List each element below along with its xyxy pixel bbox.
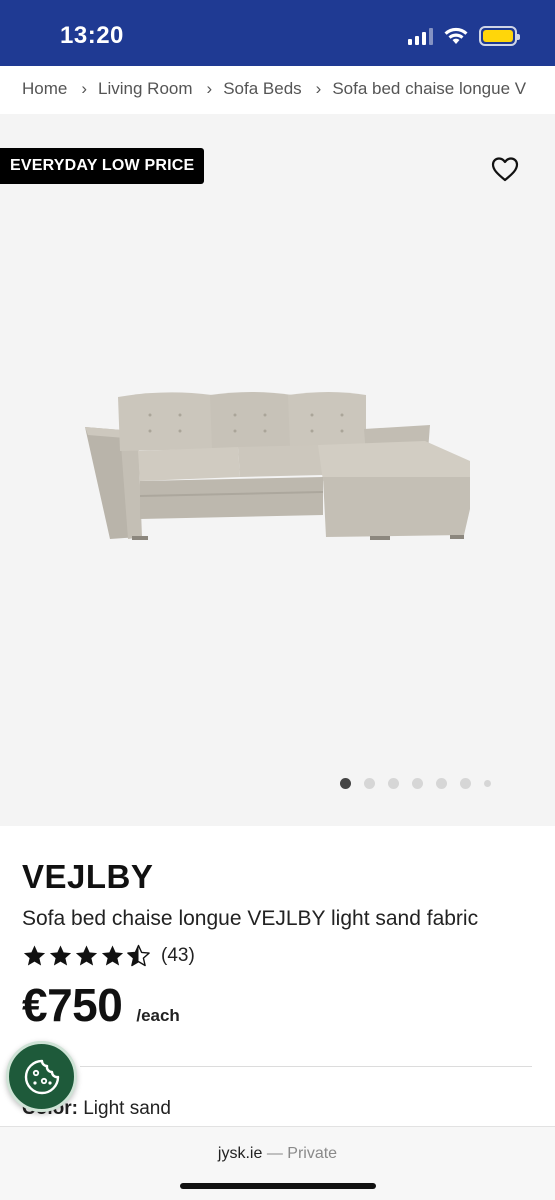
product-price: €750 (22, 979, 123, 1031)
battery-icon (479, 26, 520, 46)
product-name: VEJLBY (22, 858, 154, 895)
breadcrumb-separator: › (315, 79, 322, 98)
color-value: Light sand (83, 1098, 171, 1119)
carousel-dot[interactable] (412, 778, 423, 789)
wifi-icon (444, 27, 468, 44)
status-bar: 13:20 (0, 0, 555, 66)
url-domain: jysk.ie (217, 1145, 263, 1162)
star-full-icon (101, 945, 124, 966)
browser-address-bar[interactable]: jysk.ie — Private (0, 1126, 555, 1200)
carousel-dot[interactable] (340, 778, 351, 789)
product-rating[interactable]: (43) (22, 944, 195, 968)
breadcrumb-living-room[interactable]: Living Room (98, 79, 193, 99)
home-indicator[interactable] (180, 1183, 376, 1189)
breadcrumb-home[interactable]: Home (22, 79, 67, 99)
status-icons (408, 26, 520, 46)
breadcrumb-separator: › (81, 79, 88, 98)
carousel-dot[interactable] (388, 778, 399, 789)
sofa-image (85, 392, 470, 540)
private-label: — Private (266, 1145, 338, 1162)
carousel-dot[interactable] (460, 778, 471, 789)
breadcrumb-current: Sofa bed chaise longue V (332, 79, 527, 98)
price-unit: /each (136, 1006, 180, 1025)
review-count[interactable]: (43) (161, 945, 195, 967)
star-full-icon (49, 945, 72, 966)
signal-icon (408, 27, 433, 45)
rating-stars (22, 944, 151, 968)
breadcrumb: Home › Living Room › Sofa Beds › Sofa be… (0, 66, 555, 112)
breadcrumb-separator: › (206, 79, 213, 98)
carousel-dot[interactable] (436, 778, 447, 789)
star-half-icon (127, 944, 150, 967)
cookie-icon (24, 1059, 59, 1094)
carousel-dot[interactable] (484, 780, 491, 787)
divider (80, 1066, 532, 1067)
status-time: 13:20 (60, 22, 124, 49)
url-display[interactable]: jysk.ie — Private (0, 1145, 555, 1163)
price-badge: EVERYDAY LOW PRICE (0, 148, 205, 184)
product-gallery[interactable]: EVERYDAY LOW PRICE (0, 114, 555, 826)
carousel-dot[interactable] (364, 778, 375, 789)
star-full-icon (23, 945, 46, 966)
cookie-settings-button[interactable] (6, 1041, 77, 1112)
breadcrumb-sofa-beds[interactable]: Sofa Beds (223, 79, 301, 99)
carousel-dots[interactable] (340, 778, 491, 789)
heart-icon[interactable] (491, 156, 519, 182)
product-description: Sofa bed chaise longue VEJLBY light sand… (22, 907, 479, 930)
price-row: €750 /each (22, 978, 180, 1032)
star-full-icon (75, 945, 98, 966)
